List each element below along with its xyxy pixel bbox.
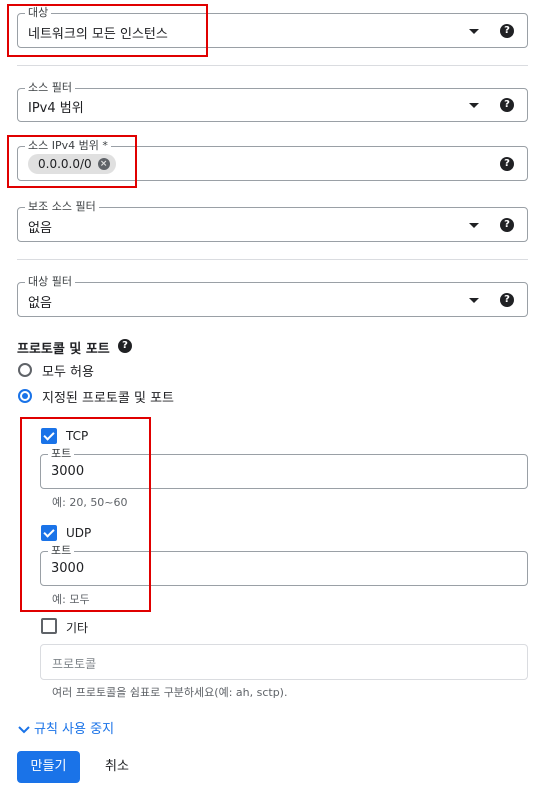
help-icon[interactable]: ? — [118, 339, 132, 353]
protocols-title: 프로토콜 및 포트 — [17, 342, 110, 357]
cancel-button[interactable]: 취소 — [95, 751, 139, 783]
create-button[interactable]: 만들기 — [17, 751, 80, 783]
secondary-source-filter-label: 보조 소스 필터 — [25, 200, 99, 214]
dropdown-arrow-icon[interactable] — [469, 29, 479, 34]
other-protocols-placeholder: 프로토콜 — [52, 657, 97, 671]
chevron-down-icon — [18, 725, 30, 733]
help-icon[interactable]: ? — [500, 157, 514, 171]
destination-filter-label: 대상 필터 — [25, 275, 75, 289]
other-protocols-hint: 여러 프로토콜을 쉼표로 구분하세요(예: ah, sctp). — [52, 686, 288, 699]
dropdown-arrow-icon[interactable] — [469, 298, 479, 303]
highlight-box-target — [7, 4, 208, 57]
divider — [17, 65, 528, 66]
source-filter-label: 소스 필터 — [25, 81, 75, 95]
disable-rule-label: 규칙 사용 중지 — [34, 722, 115, 737]
other-label: 기타 — [66, 621, 89, 635]
help-icon[interactable]: ? — [500, 218, 514, 232]
dropdown-arrow-icon[interactable] — [469, 223, 479, 228]
help-icon[interactable]: ? — [500, 98, 514, 112]
divider — [17, 259, 528, 260]
source-filter-value: IPv4 범위 — [28, 101, 84, 116]
help-icon[interactable]: ? — [500, 24, 514, 38]
radio-allow-all[interactable] — [18, 363, 32, 377]
other-protocols-input[interactable]: 프로토콜 — [40, 644, 528, 680]
highlight-box-source-ipv4 — [7, 135, 137, 188]
highlight-box-ports — [20, 417, 151, 612]
dropdown-arrow-icon[interactable] — [469, 103, 479, 108]
other-checkbox[interactable] — [41, 618, 57, 634]
radio-allow-all-label[interactable]: 모두 허용 — [42, 361, 94, 380]
source-filter-select[interactable]: 소스 필터 IPv4 범위 ? — [17, 81, 528, 122]
secondary-source-filter-select[interactable]: 보조 소스 필터 없음 ? — [17, 200, 528, 242]
destination-filter-value: 없음 — [28, 296, 52, 311]
destination-filter-select[interactable]: 대상 필터 없음 ? — [17, 275, 528, 317]
secondary-source-filter-value: 없음 — [28, 221, 52, 236]
radio-specified-protocols[interactable] — [18, 389, 32, 403]
disable-rule-toggle[interactable]: 규칙 사용 중지 — [18, 718, 114, 737]
radio-specified-protocols-label[interactable]: 지정된 프로토콜 및 포트 — [42, 387, 174, 406]
help-icon[interactable]: ? — [500, 293, 514, 307]
